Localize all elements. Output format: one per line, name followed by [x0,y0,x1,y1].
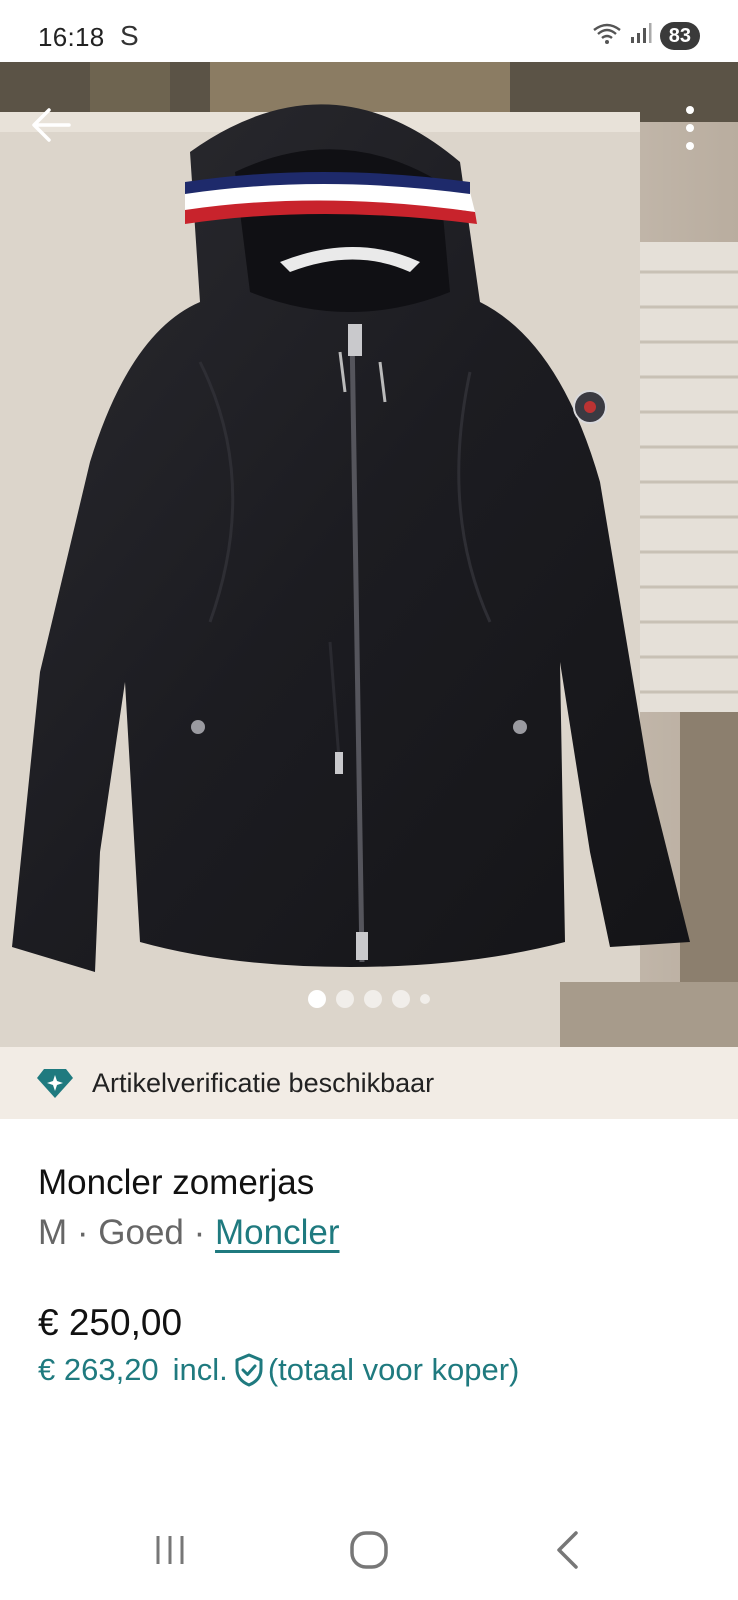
product-condition: Goed [98,1213,184,1252]
buyer-total[interactable]: € 263,20 incl. (totaal voor koper) [38,1352,519,1388]
brand-link[interactable]: Moncler [215,1213,339,1252]
total-price: € 263,20 [38,1352,159,1387]
status-indicators: 83 [592,21,700,50]
product-photo-gallery[interactable] [0,62,738,1047]
system-back-button[interactable] [528,1520,608,1580]
meta-separator: · [193,1213,216,1252]
home-button[interactable] [329,1520,409,1580]
system-nav-bar [0,1500,738,1600]
gallery-dot-4[interactable] [392,990,410,1008]
arrow-left-icon [32,108,71,142]
back-button[interactable] [26,100,76,150]
gallery-dot-5[interactable] [420,994,430,1004]
recent-apps-button[interactable] [130,1520,210,1580]
product-price: € 250,00 [38,1302,183,1343]
total-note: (totaal voor koper) [267,1352,520,1387]
meta-separator: · [76,1213,99,1252]
shield-check-icon [234,1353,264,1387]
product-meta: M · Goed · Moncler [38,1213,340,1253]
status-bar: 16:18 S 83 [0,0,738,62]
product-title: Moncler zomerjas [38,1163,315,1202]
carrier-icon: S [120,20,139,51]
battery-indicator: 83 [659,21,700,50]
more-options-button[interactable] [668,100,712,156]
wifi-icon [592,21,622,50]
gallery-dot-1[interactable] [308,990,326,1008]
product-photo [0,62,738,1047]
incl-label: incl. [172,1352,228,1387]
verification-label: Artikelverificatie beschikbaar [92,1067,435,1098]
gallery-pagination [0,990,738,1008]
signal-icon [630,22,652,49]
recent-apps-icon [156,1536,184,1564]
home-icon [350,1531,388,1569]
gallery-dot-2[interactable] [336,990,354,1008]
more-vertical-icon [686,106,694,150]
product-size: M [38,1213,68,1252]
chevron-left-icon [557,1531,579,1569]
gallery-dot-3[interactable] [364,990,382,1008]
status-time: 16:18 [38,22,105,52]
diamond-verify-icon [37,1069,73,1098]
verification-banner[interactable]: Artikelverificatie beschikbaar [0,1047,738,1119]
